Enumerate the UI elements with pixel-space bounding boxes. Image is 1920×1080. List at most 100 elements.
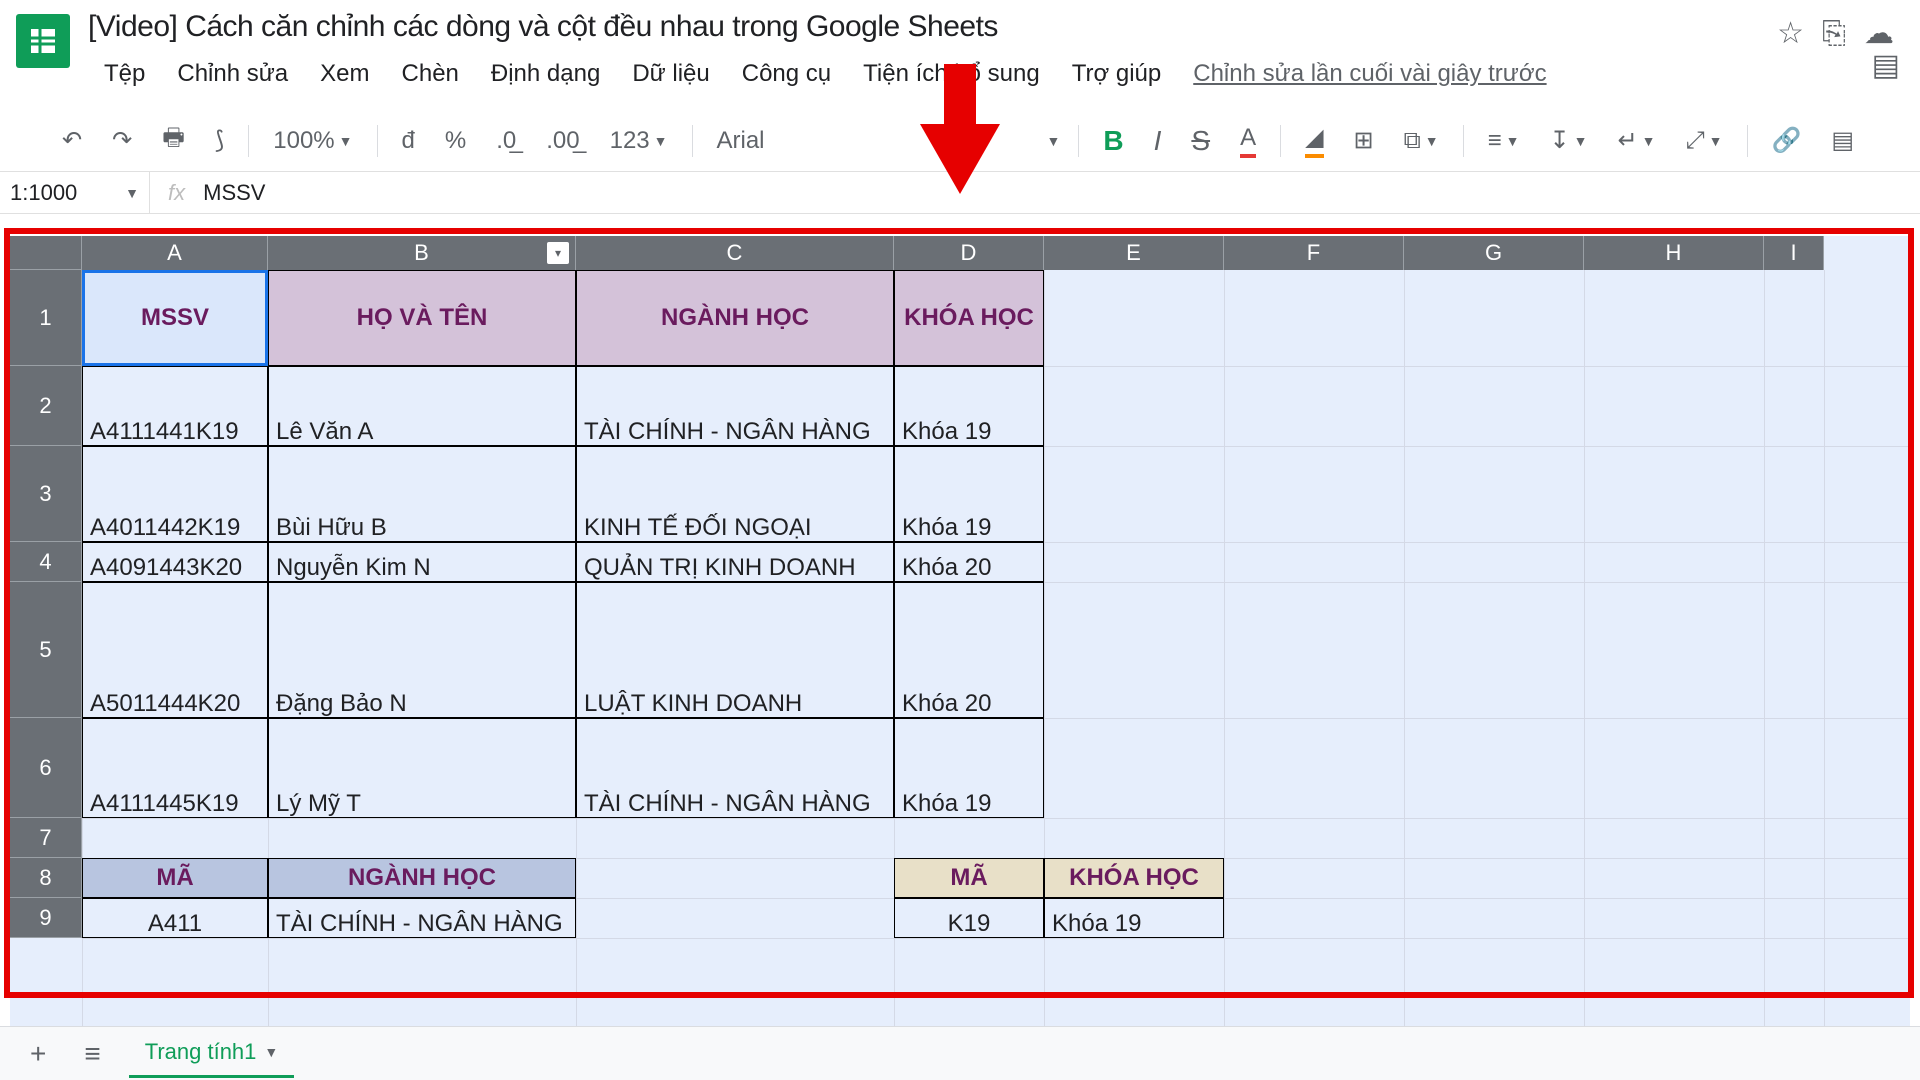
cell-khoahoc[interactable]: Khóa 19: [894, 366, 1044, 446]
cell-header-hovaten[interactable]: HỌ VÀ TÊN: [268, 270, 576, 366]
select-all-corner[interactable]: [10, 236, 82, 270]
cell-lookup2-v2[interactable]: Khóa 19: [1044, 898, 1224, 938]
font-dropdown[interactable]: Arial: [711, 123, 871, 159]
borders-button[interactable]: ⊞: [1348, 122, 1380, 159]
sheets-logo[interactable]: [16, 14, 70, 68]
column-header-H[interactable]: H: [1584, 236, 1764, 270]
cell-khoahoc[interactable]: Khóa 19: [894, 718, 1044, 818]
cell-mssv[interactable]: A4111445K19: [82, 718, 268, 818]
wrap-button[interactable]: ↵ ▼: [1612, 122, 1662, 159]
cell-hovaten[interactable]: Bùi Hữu B: [268, 446, 576, 542]
cell-khoahoc[interactable]: Khóa 19: [894, 446, 1044, 542]
row-header-3[interactable]: 3: [10, 446, 82, 542]
cell-mssv[interactable]: A5011444K20: [82, 582, 268, 718]
cell-nganhhoc[interactable]: TÀI CHÍNH - NGÂN HÀNG: [576, 718, 894, 818]
row-header-9[interactable]: 9: [10, 898, 82, 938]
move-icon[interactable]: ⎘: [1822, 17, 1846, 51]
menu-view[interactable]: Xem: [304, 54, 385, 94]
link-button[interactable]: 🔗: [1766, 122, 1808, 159]
undo-button[interactable]: ↶: [56, 122, 88, 159]
row-header-5[interactable]: 5: [10, 582, 82, 718]
column-header-A[interactable]: A: [82, 236, 268, 270]
italic-button[interactable]: I: [1148, 121, 1168, 161]
column-header-F[interactable]: F: [1224, 236, 1404, 270]
menu-addons[interactable]: Tiện ích bổ sung: [847, 54, 1056, 94]
column-header-E[interactable]: E: [1044, 236, 1224, 270]
paint-format-button[interactable]: ⟆: [209, 122, 230, 159]
row-header-8[interactable]: 8: [10, 858, 82, 898]
row-header-1[interactable]: 1: [10, 270, 82, 366]
row-header-4[interactable]: 4: [10, 542, 82, 582]
cell-header-mssv[interactable]: MSSV: [82, 270, 268, 366]
column-header-B[interactable]: B▾: [268, 236, 576, 270]
last-edit-link[interactable]: Chỉnh sửa lần cuối vài giây trước: [1177, 54, 1562, 94]
print-button[interactable]: 🖶: [156, 116, 191, 165]
comment-button[interactable]: ▤: [1825, 122, 1860, 159]
column-header-C[interactable]: C: [576, 236, 894, 270]
menu-data[interactable]: Dữ liệu: [616, 54, 725, 94]
cell-mssv[interactable]: A4111441K19: [82, 366, 268, 446]
column-header-D[interactable]: D: [894, 236, 1044, 270]
menu-edit[interactable]: Chỉnh sửa: [161, 54, 304, 94]
cell-hovaten[interactable]: Đặng Bảo N: [268, 582, 576, 718]
number-format-dropdown[interactable]: 123▼: [604, 123, 674, 159]
cell-header-khoahoc[interactable]: KHÓA HỌC: [894, 270, 1044, 366]
row-header-6[interactable]: 6: [10, 718, 82, 818]
menu-insert[interactable]: Chèn: [386, 54, 475, 94]
cell-nganhhoc[interactable]: LUẬT KINH DOANH: [576, 582, 894, 718]
cell-lookup2-h1[interactable]: MÃ: [894, 858, 1044, 898]
percent-button[interactable]: %: [439, 123, 472, 159]
menu-help[interactable]: Trợ giúp: [1056, 54, 1178, 94]
column-header-G[interactable]: G: [1404, 236, 1584, 270]
text-color-button[interactable]: A: [1234, 120, 1262, 162]
add-sheet-button[interactable]: +: [20, 1034, 56, 1074]
fill-color-button[interactable]: ◢: [1299, 119, 1329, 162]
cell-hovaten[interactable]: Lê Văn A: [268, 366, 576, 446]
cell-lookup1-h2[interactable]: NGÀNH HỌC: [268, 858, 576, 898]
v-align-button[interactable]: ↧ ▼: [1544, 122, 1594, 159]
row-header-7[interactable]: 7: [10, 818, 82, 858]
strikethrough-button[interactable]: S: [1185, 121, 1216, 161]
cell-khoahoc[interactable]: Khóa 20: [894, 582, 1044, 718]
cell-header-nganhhoc[interactable]: NGÀNH HỌC: [576, 270, 894, 366]
cell-mssv[interactable]: A4011442K19: [82, 446, 268, 542]
merge-button[interactable]: ⧉ ▼: [1398, 123, 1445, 159]
sheet-tab-1[interactable]: Trang tính1 ▼: [129, 1029, 295, 1078]
cell-khoahoc[interactable]: Khóa 20: [894, 542, 1044, 582]
filter-icon[interactable]: ▾: [547, 242, 569, 264]
rotate-button[interactable]: ⤢ ▼: [1679, 123, 1728, 159]
menu-file[interactable]: Tệp: [88, 54, 161, 94]
cell-lookup2-h2[interactable]: KHÓA HỌC: [1044, 858, 1224, 898]
cell-hovaten[interactable]: Lý Mỹ T: [268, 718, 576, 818]
comments-icon[interactable]: ▤: [1872, 48, 1900, 83]
bold-button[interactable]: B: [1097, 121, 1129, 161]
cell-lookup2-v1[interactable]: K19: [894, 898, 1044, 938]
h-align-button[interactable]: ≡ ▼: [1482, 123, 1526, 159]
formula-value[interactable]: MSSV: [203, 180, 265, 206]
cell-nganhhoc[interactable]: QUẢN TRỊ KINH DOANH: [576, 542, 894, 582]
cell-mssv[interactable]: A4091443K20: [82, 542, 268, 582]
font-size-dropdown[interactable]: ▼: [1047, 133, 1061, 149]
menu-tools[interactable]: Công cụ: [726, 54, 847, 94]
sheet-tab-menu-icon[interactable]: ▼: [264, 1044, 278, 1060]
name-box[interactable]: 1:1000▼: [0, 172, 150, 213]
decrease-decimal-button[interactable]: .0̲: [490, 123, 522, 159]
zoom-dropdown[interactable]: 100% ▼: [267, 123, 358, 159]
document-title[interactable]: [Video] Cách căn chỉnh các dòng và cột đ…: [88, 10, 1777, 44]
row-header-2[interactable]: 2: [10, 366, 82, 446]
menu-format[interactable]: Định dạng: [475, 54, 616, 94]
cloud-icon[interactable]: ☁: [1864, 16, 1894, 51]
column-header-I[interactable]: I: [1764, 236, 1824, 270]
cell-nganhhoc[interactable]: TÀI CHÍNH - NGÂN HÀNG: [576, 366, 894, 446]
spreadsheet-grid[interactable]: AB▾CDEFGHI 123456789MSSVHỌ VÀ TÊNNGÀNH H…: [10, 236, 1910, 1026]
currency-button[interactable]: đ: [396, 123, 421, 159]
star-icon[interactable]: ☆: [1777, 16, 1804, 51]
cell-lookup1-v1[interactable]: A411: [82, 898, 268, 938]
cell-hovaten[interactable]: Nguyễn Kim N: [268, 542, 576, 582]
increase-decimal-button[interactable]: .00̲: [540, 123, 585, 159]
redo-button[interactable]: ↷: [106, 122, 138, 159]
all-sheets-button[interactable]: ≡: [74, 1034, 110, 1074]
cell-nganhhoc[interactable]: KINH TẾ ĐỐI NGOẠI: [576, 446, 894, 542]
cell-lookup1-v2[interactable]: TÀI CHÍNH - NGÂN HÀNG: [268, 898, 576, 938]
cell-lookup1-h1[interactable]: MÃ: [82, 858, 268, 898]
